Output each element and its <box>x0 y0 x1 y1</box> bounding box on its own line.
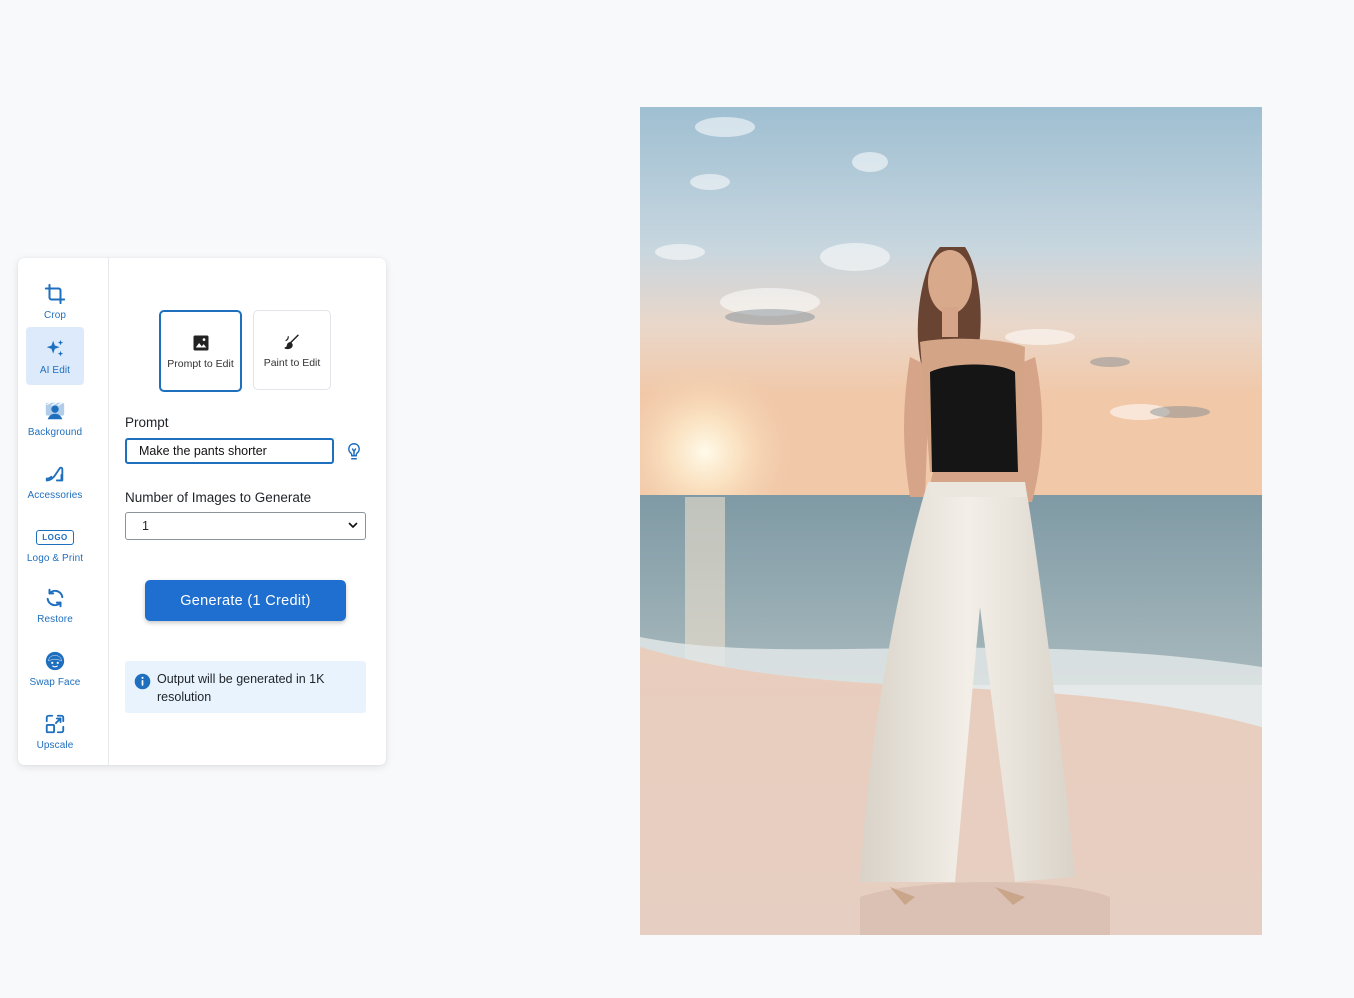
sidebar-item-label: Logo & Print <box>26 553 84 564</box>
paint-to-edit-button[interactable]: Paint to Edit <box>253 310 331 390</box>
face-icon <box>43 649 67 673</box>
sidebar-item-accessories[interactable]: Accessories <box>26 452 84 510</box>
image-count-label: Number of Images to Generate <box>125 490 312 505</box>
sparkles-icon <box>43 337 67 361</box>
info-icon <box>134 673 151 690</box>
resolution-info-box: Output will be generated in 1K resolutio… <box>125 661 366 713</box>
upscale-icon <box>43 712 67 736</box>
brush-icon <box>282 332 302 352</box>
prompt-to-edit-button[interactable]: Prompt to Edit <box>159 310 242 392</box>
edit-panel: Crop AI Edit Background Accessories LOGO… <box>18 258 386 765</box>
image-count-value: 1 <box>142 519 149 533</box>
tool-rail: Crop AI Edit Background Accessories LOGO… <box>18 258 109 765</box>
info-text: Output will be generated in 1K resolutio… <box>157 672 325 704</box>
sidebar-item-swap-face[interactable]: Swap Face <box>26 639 84 697</box>
logo-icon: LOGO <box>36 525 74 549</box>
sidebar-item-restore[interactable]: Restore <box>26 576 84 634</box>
sidebar-item-label: Crop <box>43 310 67 321</box>
image-count-select[interactable]: 1 <box>125 512 366 540</box>
mode-label: Prompt to Edit <box>167 357 234 370</box>
lightbulb-icon[interactable] <box>345 442 363 462</box>
preview-image <box>640 107 1262 935</box>
edit-controls: Prompt to Edit Paint to Edit Prompt Numb… <box>125 258 386 765</box>
high-heel-icon <box>43 462 67 486</box>
prompt-label: Prompt <box>125 415 169 430</box>
sidebar-item-label: Background <box>27 427 83 438</box>
sidebar-item-label: Swap Face <box>29 677 81 688</box>
generate-button[interactable]: Generate (1 Credit) <box>145 580 346 621</box>
background-icon <box>43 399 67 423</box>
sidebar-item-label: AI Edit <box>39 365 71 376</box>
image-icon <box>191 333 211 353</box>
crop-icon <box>43 282 67 306</box>
sidebar-item-label: Restore <box>37 614 73 625</box>
prompt-input[interactable] <box>125 438 334 464</box>
sidebar-item-logo-print[interactable]: LOGO Logo & Print <box>26 515 84 573</box>
sidebar-item-crop[interactable]: Crop <box>26 272 84 330</box>
sidebar-item-label: Accessories <box>27 490 83 501</box>
mode-label: Paint to Edit <box>263 356 321 369</box>
sidebar-item-ai-edit[interactable]: AI Edit <box>26 327 84 385</box>
sidebar-item-label: Upscale <box>36 740 74 751</box>
chevron-down-icon <box>347 519 359 534</box>
sidebar-item-background[interactable]: Background <box>26 389 84 447</box>
restore-icon <box>43 586 67 610</box>
sidebar-item-upscale[interactable]: Upscale <box>26 702 84 760</box>
logo-icon-text: LOGO <box>36 529 74 545</box>
